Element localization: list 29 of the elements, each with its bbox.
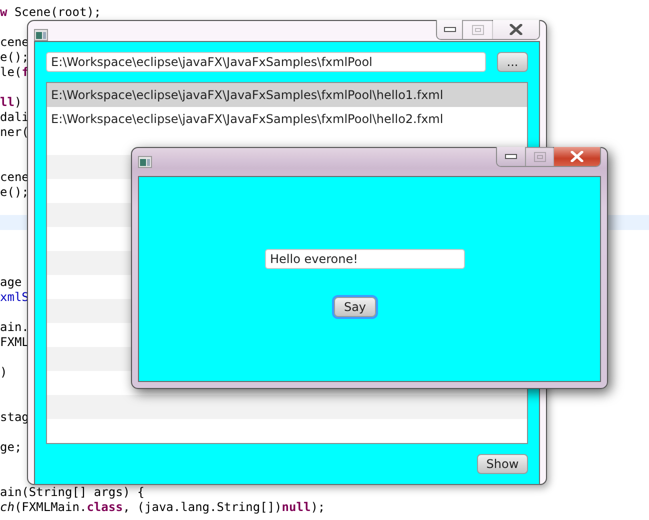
code-line: ll) [0, 95, 22, 110]
code-line: ) [0, 365, 8, 380]
code-line: dali [0, 110, 29, 125]
file-list-item[interactable]: E:\Workspace\eclipse\javaFX\JavaFxSamples\fxmlPool\hello1.fxml [47, 83, 527, 107]
close-button[interactable] [554, 147, 600, 166]
code-line: e(); [0, 185, 29, 200]
code-line: xmlS [0, 290, 29, 305]
code-line: ner( [0, 125, 29, 140]
code-line: ch(FXMLMain.class, (java.lang.String[])null); [0, 500, 326, 515]
maximize-icon [534, 152, 546, 162]
message-field[interactable]: Hello everone! [265, 249, 465, 269]
maximize-icon [472, 24, 484, 34]
close-icon [509, 24, 523, 35]
code-line: w Scene(root); [0, 5, 102, 20]
code-line: ain. [0, 320, 29, 335]
code-line: cene [0, 35, 29, 50]
app-icon [138, 156, 152, 168]
code-line: e(); [0, 50, 29, 65]
minimize-button[interactable] [497, 147, 526, 166]
close-icon [570, 151, 584, 162]
code-line: cene [0, 170, 29, 185]
minimize-icon [505, 154, 517, 159]
app-icon [34, 29, 48, 41]
code-line: age [0, 275, 22, 290]
code-line: FXML [0, 335, 29, 350]
minimize-icon [444, 27, 456, 32]
say-button[interactable]: Say [334, 297, 376, 317]
code-line: ain(String[] args) { [0, 485, 144, 500]
code-line: ge; [0, 440, 22, 455]
